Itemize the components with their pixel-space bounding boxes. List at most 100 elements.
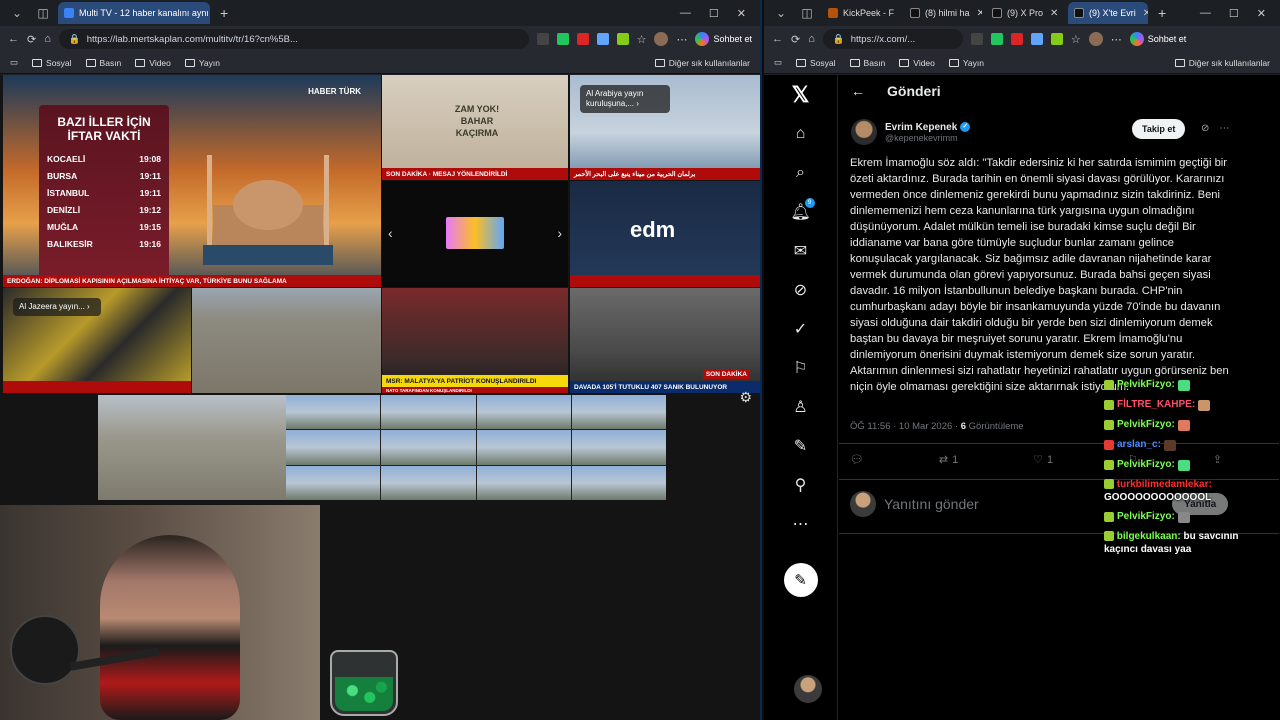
lists-icon[interactable]: ✎ [789, 434, 813, 458]
notifications-icon[interactable]: 🔔︎ 9 [789, 198, 815, 224]
refresh-icon[interactable]: ⟳ [27, 33, 36, 46]
bookmark-folder[interactable]: Yayın [948, 58, 984, 68]
bookmarks-icon[interactable]: ⚐ [789, 356, 813, 380]
extension-icon[interactable] [1050, 33, 1063, 45]
close-window-icon[interactable]: ✕ [1257, 7, 1266, 20]
webcam-cell[interactable] [476, 395, 571, 430]
carousel-stream[interactable]: ‹ › [382, 181, 568, 287]
extension-icon[interactable] [1030, 33, 1043, 45]
tab-kickpeek[interactable]: KickPeek - F ✕ [822, 2, 900, 24]
home-icon[interactable]: ⌂ [44, 33, 51, 45]
tab-x-pro[interactable]: (9) X Pro ✕ [986, 2, 1064, 24]
webcam-cell[interactable] [476, 430, 571, 465]
like-action[interactable]: ♡ 1 [1033, 453, 1053, 467]
al-arabiya-label[interactable]: Al Arabiya yayın kuruluşuna,... › [580, 85, 670, 113]
tab-multitv[interactable]: Multi TV - 12 haber kanalını aynı a ✕ [58, 2, 210, 24]
al-arabiya-stream[interactable]: Al Arabiya yayın kuruluşuna,... › برلمان… [570, 75, 760, 180]
close-tab-icon[interactable]: ✕ [1143, 8, 1148, 19]
reporter-stream[interactable]: SON DAKİKA DAVADA 105'İ TUTUKLU 407 SANI… [570, 288, 760, 393]
other-favorites-folder[interactable]: Diğer sık kullanılanlar [654, 58, 750, 68]
close-tab-icon[interactable]: ✕ [977, 8, 982, 19]
post-button[interactable]: ✎ [783, 563, 818, 597]
refresh-icon[interactable]: ⟳ [791, 33, 800, 46]
back-arrow-icon[interactable]: ← [851, 83, 865, 99]
back-icon[interactable]: ← [772, 33, 783, 45]
gear-icon[interactable]: ⚙ [739, 389, 752, 406]
back-icon[interactable]: ← [8, 33, 19, 45]
minimize-icon[interactable]: — [680, 7, 691, 20]
favorites-icon[interactable]: ☆ [1071, 33, 1081, 46]
bookmarks-toggle-icon[interactable]: ▭ [10, 57, 18, 68]
bookmark-folder[interactable]: Sosyal [796, 58, 836, 68]
author-handle[interactable]: @kepenekevrimm [885, 133, 970, 143]
close-window-icon[interactable]: ✕ [737, 7, 746, 20]
tab-x-hilmi[interactable]: (8) hilmi ha ✕ [904, 2, 982, 24]
home-icon[interactable]: ⌂ [808, 33, 815, 45]
tab-actions-icon[interactable]: ⌄ [770, 2, 792, 24]
profile-icon[interactable]: ⚲ [789, 473, 813, 497]
webcam-cell[interactable] [286, 395, 381, 430]
profile-avatar[interactable] [654, 32, 669, 46]
maximize-icon[interactable]: ☐ [1229, 7, 1239, 20]
messages-icon[interactable]: ✉ [789, 239, 813, 263]
copilot-button[interactable]: Sohbet et [1129, 32, 1186, 46]
webcam-cell[interactable] [571, 395, 666, 430]
grok-icon[interactable]: ⊘ [789, 278, 813, 302]
haberturk-stream[interactable]: BAZI İLLER İÇİN İFTAR VAKTİ KOCAELİ 19:08… [3, 75, 381, 287]
carousel-thumbnail[interactable] [446, 217, 504, 249]
post-author[interactable]: Evrim Kepenek ✓ @kepenekevrimm [851, 119, 971, 145]
new-tab-button[interactable]: + [1152, 5, 1172, 21]
more-icon[interactable]: ⋯ [1111, 33, 1122, 46]
bookmark-folder[interactable]: Basın [849, 58, 885, 68]
maximize-icon[interactable]: ☐ [709, 7, 719, 20]
webcam-cell[interactable] [571, 465, 666, 500]
minimize-icon[interactable]: — [1200, 7, 1211, 20]
close-tab-icon[interactable]: ✕ [1050, 8, 1058, 19]
x-logo-icon[interactable]: 𝕏 [789, 82, 813, 107]
new-tab-button[interactable]: + [214, 5, 234, 21]
favorites-icon[interactable]: ☆ [637, 33, 647, 46]
jerusalem-stream[interactable] [98, 395, 286, 500]
author-avatar[interactable] [851, 119, 877, 145]
bookmark-folder[interactable]: Basın [85, 58, 121, 68]
tab-actions-icon[interactable]: ⌄ [6, 2, 28, 24]
webcam-cell[interactable] [286, 465, 381, 500]
copilot-button[interactable]: Sohbet et [695, 32, 752, 46]
search-icon[interactable]: ⌕ [789, 161, 813, 185]
communities-icon[interactable]: ✓ [789, 317, 813, 341]
webcam-cell[interactable] [571, 430, 666, 465]
webcam-cell[interactable] [381, 395, 476, 430]
url-field[interactable]: 🔒 https://lab.mertskaplan.com/multitv/tr… [58, 29, 529, 49]
repost-action[interactable]: ⇄ 1 [939, 453, 958, 467]
home-icon[interactable]: ⌂ [789, 122, 813, 146]
other-favorites-folder[interactable]: Diğer sık kullanılanlar [1174, 58, 1270, 68]
url-field[interactable]: 🔒 https://x.com/... [822, 29, 963, 49]
webcam-cell[interactable] [476, 465, 571, 500]
bookmark-folder[interactable]: Video [899, 58, 935, 68]
author-name[interactable]: Evrim Kepenek [885, 122, 957, 133]
profile-avatar[interactable] [1088, 32, 1103, 46]
extension-icon[interactable] [576, 33, 589, 45]
extension-icon[interactable] [536, 33, 549, 45]
webcam-cell[interactable] [381, 465, 476, 500]
extension-icon[interactable] [556, 33, 569, 45]
follow-button[interactable]: Takip et [1132, 119, 1186, 139]
al-jazeera-label[interactable]: Al Jazeera yayın... › [13, 298, 101, 316]
extension-icon[interactable] [596, 33, 609, 45]
post-time[interactable]: ÖĞ 11:56 · 10 Mar 2026 · [850, 421, 958, 432]
account-avatar[interactable] [794, 675, 822, 703]
reply-input[interactable]: Yanıtını gönder [884, 496, 979, 512]
bookmark-folder[interactable]: Sosyal [32, 58, 72, 68]
extension-icon[interactable] [970, 33, 983, 45]
grok-explain-icon[interactable]: ⊘ [1201, 123, 1209, 134]
jobs-icon[interactable]: ♙ [789, 395, 813, 419]
workspaces-icon[interactable]: ◫ [796, 2, 818, 24]
bookmark-folder[interactable]: Yayın [184, 58, 220, 68]
webcam-cell[interactable] [381, 430, 476, 465]
extension-icon[interactable] [616, 33, 629, 45]
more-icon[interactable]: ⋯ [1219, 123, 1229, 134]
bookmark-folder[interactable]: Video [135, 58, 171, 68]
bookmarks-toggle-icon[interactable]: ▭ [774, 57, 782, 68]
chevron-left-icon[interactable]: ‹ [388, 225, 393, 241]
studio-stream[interactable]: MSR: MALATYA'YA PATRİOT KONUŞLANDIRILDI … [382, 288, 568, 393]
